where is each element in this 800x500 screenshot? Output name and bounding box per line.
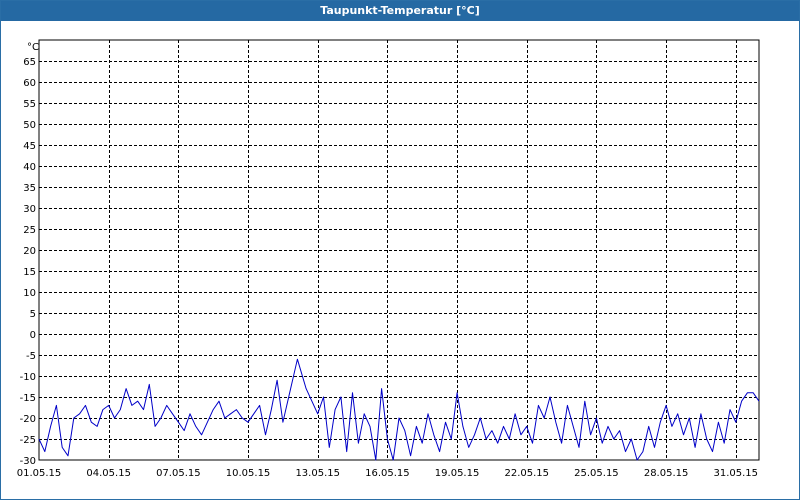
y-tick-label: 30 bbox=[23, 204, 36, 215]
dewpoint-chart: 65605550454035302520151050-5-10-15-20-25… bbox=[17, 39, 760, 479]
y-tick-label: 10 bbox=[23, 288, 36, 299]
y-tick-label: -10 bbox=[20, 372, 36, 383]
y-axis-unit-label: °C bbox=[27, 42, 39, 53]
x-tick-label: 28.05.15 bbox=[644, 468, 689, 479]
y-tick-label: 35 bbox=[23, 183, 36, 194]
x-tick-label: 07.05.15 bbox=[156, 468, 201, 479]
x-axis-ticks: 01.05.15 04.05.15 07.05.15 10.05.15 13.05.15… bbox=[17, 468, 758, 479]
x-tick-label: 22.05.15 bbox=[504, 468, 549, 479]
y-tick-label: -15 bbox=[20, 393, 36, 404]
y-tick-label: -20 bbox=[20, 414, 36, 425]
x-tick-label: 10.05.15 bbox=[226, 468, 271, 479]
x-tick-label: 13.05.15 bbox=[295, 468, 340, 479]
y-tick-label: 15 bbox=[23, 267, 36, 278]
x-tick-label: 19.05.15 bbox=[435, 468, 480, 479]
x-tick-label: 01.05.15 bbox=[17, 468, 62, 479]
y-tick-label: -25 bbox=[20, 435, 36, 446]
y-tick-label: 45 bbox=[23, 141, 36, 152]
x-tick-label: 31.05.15 bbox=[714, 468, 759, 479]
y-tick-label: 55 bbox=[23, 99, 36, 110]
x-tick-label: 16.05.15 bbox=[365, 468, 410, 479]
y-tick-label: 5 bbox=[30, 309, 36, 320]
y-tick-label: 20 bbox=[23, 246, 36, 257]
y-tick-label: 60 bbox=[23, 78, 36, 89]
y-tick-label: 40 bbox=[23, 162, 36, 173]
y-tick-label: 25 bbox=[23, 225, 36, 236]
y-tick-label: 65 bbox=[23, 57, 36, 68]
y-axis-ticks: 65605550454035302520151050-5-10-15-20-25… bbox=[20, 57, 36, 467]
y-tick-label: 0 bbox=[30, 330, 36, 341]
y-tick-label: 50 bbox=[23, 120, 36, 131]
x-tick-label: 25.05.15 bbox=[574, 468, 619, 479]
y-tick-label: -30 bbox=[20, 456, 36, 467]
x-tick-label: 04.05.15 bbox=[86, 468, 131, 479]
grid-lines bbox=[39, 40, 759, 460]
y-tick-label: -5 bbox=[26, 351, 36, 362]
